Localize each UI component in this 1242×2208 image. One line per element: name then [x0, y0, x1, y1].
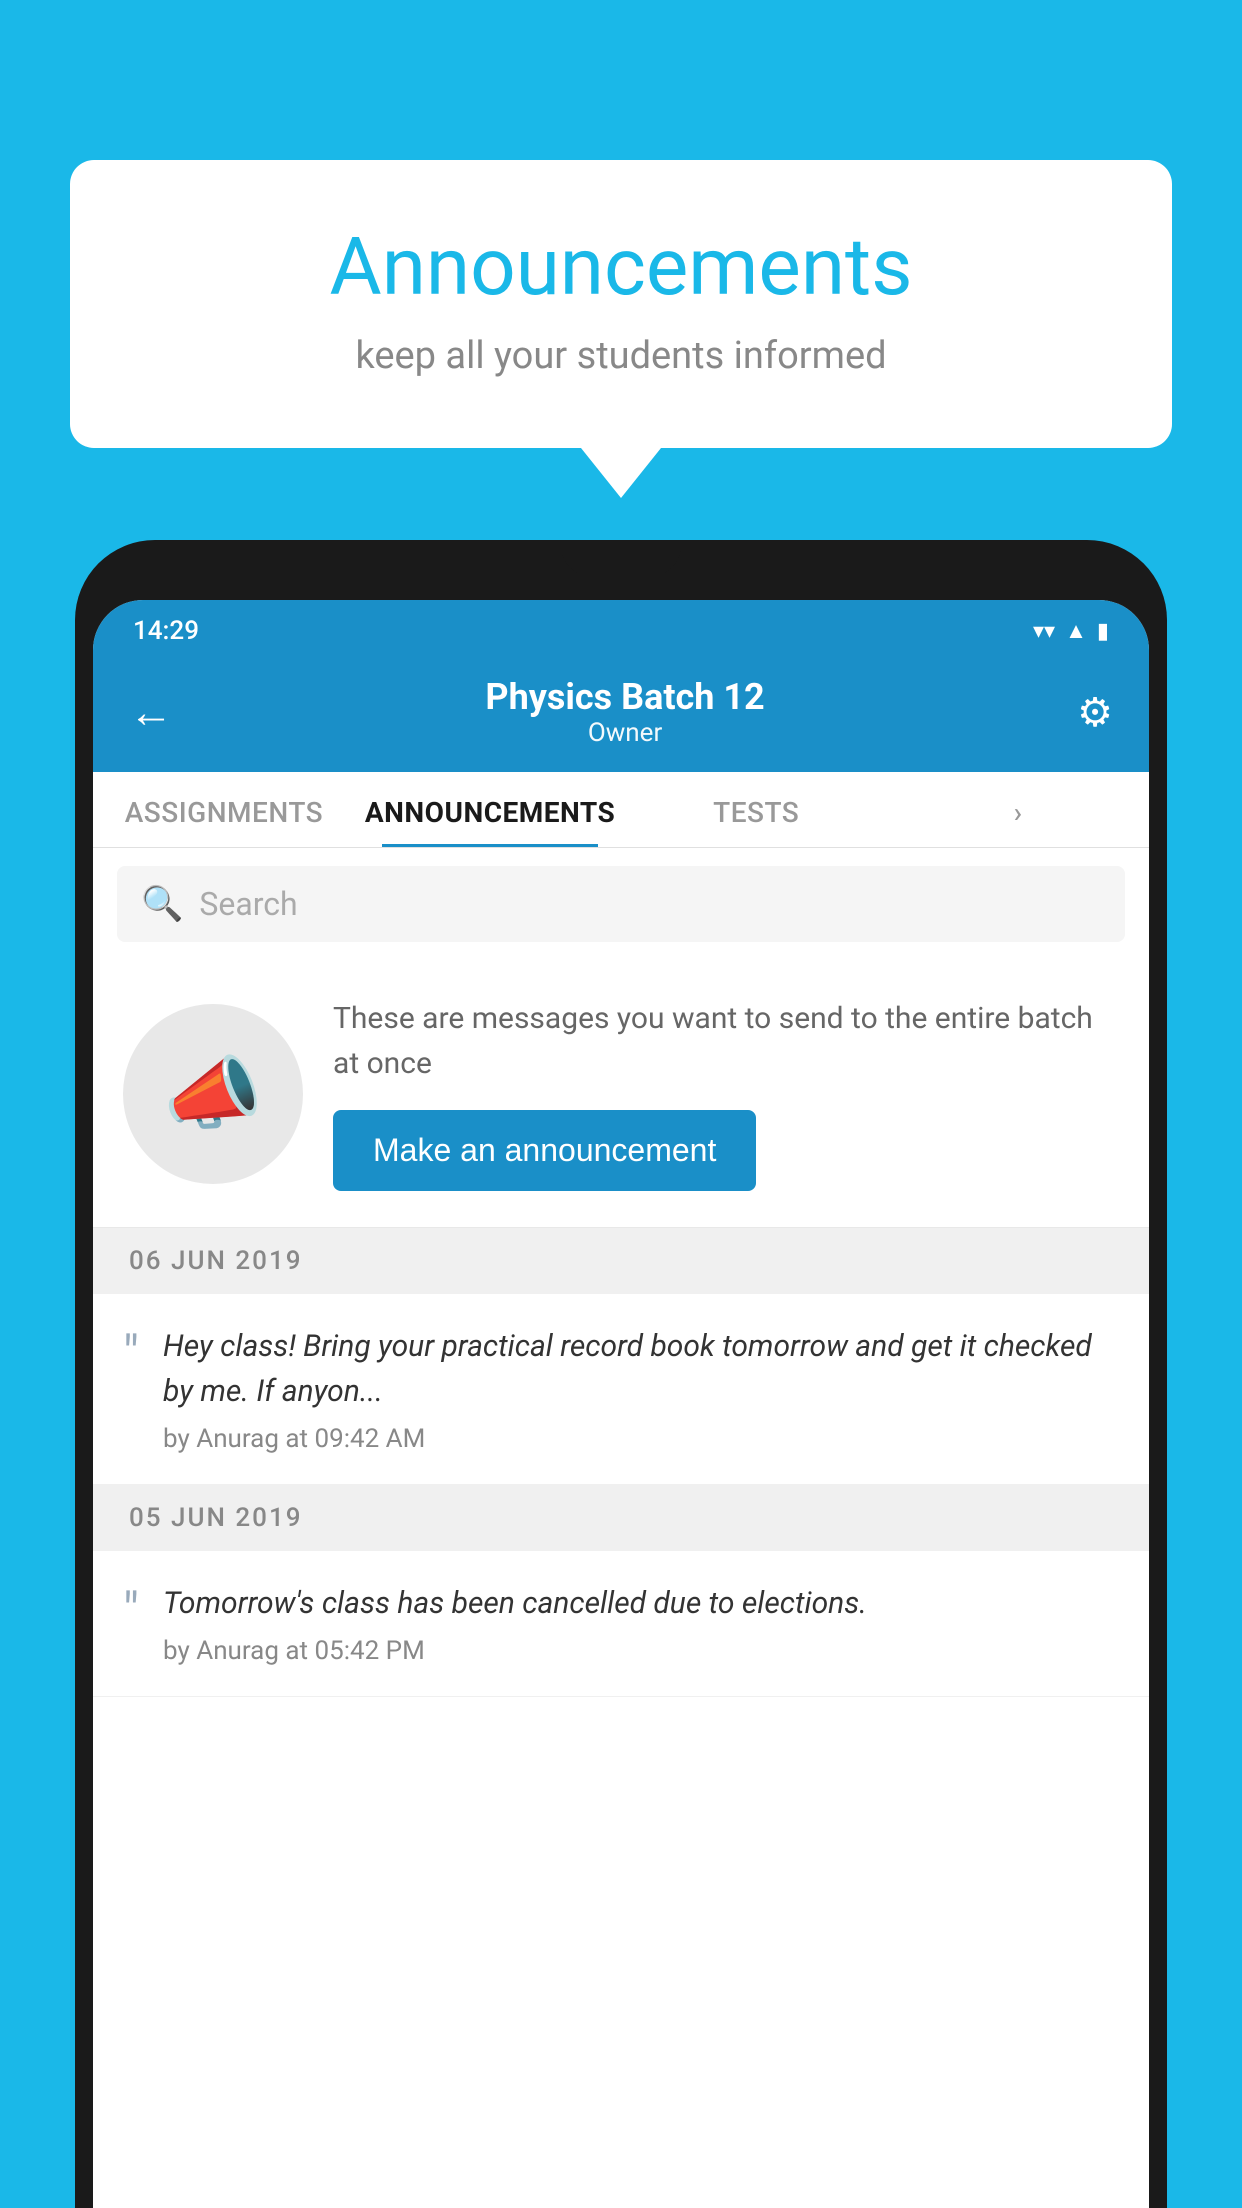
announcement-text-1: Hey class! Bring your practical record b…: [163, 1324, 1119, 1414]
speech-bubble: Announcements keep all your students inf…: [70, 160, 1172, 448]
bubble-title: Announcements: [150, 220, 1092, 314]
status-bar: 14:29 ▾▾ ▲ ▮: [93, 600, 1149, 656]
tab-tests[interactable]: TESTS: [625, 772, 887, 847]
phone-frame: 14:29 ▾▾ ▲ ▮ ← Physics Batch 12 Owner ⚙ …: [75, 540, 1167, 2208]
bubble-tail: [581, 448, 661, 498]
search-bar[interactable]: 🔍 Search: [117, 866, 1125, 942]
promo-text-section: These are messages you want to send to t…: [333, 996, 1119, 1191]
date-divider-1: 06 JUN 2019: [93, 1228, 1149, 1294]
announcement-author-2: by Anurag at 05:42 PM: [163, 1636, 1119, 1666]
back-button[interactable]: ←: [129, 686, 173, 738]
promo-section: 📣 These are messages you want to send to…: [93, 960, 1149, 1228]
tab-announcements[interactable]: ANNOUNCEMENTS: [355, 772, 625, 847]
top-bar-title: Physics Batch 12 Owner: [173, 676, 1077, 748]
make-announcement-button[interactable]: Make an announcement: [333, 1110, 756, 1191]
speech-bubble-section: Announcements keep all your students inf…: [70, 160, 1172, 498]
phone-notch: [561, 540, 681, 576]
wifi-icon: ▾▾: [1033, 619, 1055, 644]
announcement-text-2: Tomorrow's class has been cancelled due …: [163, 1581, 1119, 1626]
tab-more[interactable]: ›: [887, 772, 1149, 847]
status-icons: ▾▾ ▲ ▮: [1033, 618, 1109, 644]
bubble-subtitle: keep all your students informed: [150, 334, 1092, 378]
announcement-content-2: Tomorrow's class has been cancelled due …: [163, 1581, 1119, 1666]
batch-name: Physics Batch 12: [173, 676, 1077, 718]
announcement-item-1[interactable]: " Hey class! Bring your practical record…: [93, 1294, 1149, 1485]
battery-icon: ▮: [1097, 619, 1109, 644]
announcement-content-1: Hey class! Bring your practical record b…: [163, 1324, 1119, 1454]
top-bar: ← Physics Batch 12 Owner ⚙: [93, 656, 1149, 772]
quote-icon-2: ": [123, 1587, 139, 1637]
tab-assignments[interactable]: ASSIGNMENTS: [93, 772, 355, 847]
signal-icon: ▲: [1065, 618, 1087, 644]
settings-button[interactable]: ⚙: [1077, 689, 1113, 736]
tab-bar: ASSIGNMENTS ANNOUNCEMENTS TESTS ›: [93, 772, 1149, 848]
announcements-list: 06 JUN 2019 " Hey class! Bring your prac…: [93, 1228, 1149, 2208]
batch-role: Owner: [173, 718, 1077, 748]
promo-description: These are messages you want to send to t…: [333, 996, 1119, 1086]
quote-icon-1: ": [123, 1330, 139, 1380]
announcement-author-1: by Anurag at 09:42 AM: [163, 1424, 1119, 1454]
date-divider-2: 05 JUN 2019: [93, 1485, 1149, 1551]
announcement-item-2[interactable]: " Tomorrow's class has been cancelled du…: [93, 1551, 1149, 1697]
phone-screen: 14:29 ▾▾ ▲ ▮ ← Physics Batch 12 Owner ⚙ …: [93, 600, 1149, 2208]
search-input[interactable]: Search: [199, 885, 297, 923]
search-icon: 🔍: [141, 884, 183, 924]
search-container: 🔍 Search: [93, 848, 1149, 960]
status-time: 14:29: [133, 616, 199, 646]
promo-icon-circle: 📣: [123, 1004, 303, 1184]
megaphone-icon: 📣: [163, 1047, 263, 1141]
